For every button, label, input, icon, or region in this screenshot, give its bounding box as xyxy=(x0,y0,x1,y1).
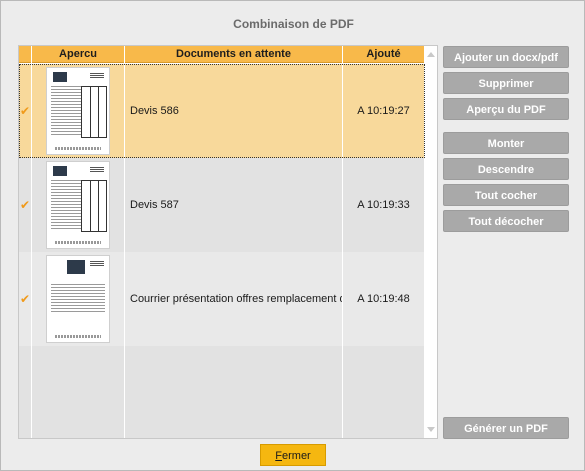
generate-pdf-button[interactable]: Générer un PDF xyxy=(443,417,569,439)
document-name: Devis 586 xyxy=(125,64,343,158)
empty-row xyxy=(19,346,425,438)
uncheck-all-button[interactable]: Tout décocher xyxy=(443,210,569,232)
empty-cell xyxy=(343,346,425,438)
table-header: Apercu Documents en attente Ajouté xyxy=(19,46,425,63)
close-button-label: ermer xyxy=(282,450,311,462)
column-header-documents[interactable]: Documents en attente xyxy=(125,46,343,63)
document-name: Courrier présentation offres remplacemen… xyxy=(125,252,343,346)
preview-cell xyxy=(32,158,125,252)
checkmark-icon[interactable]: ✔ xyxy=(19,158,32,252)
vertical-scrollbar[interactable] xyxy=(425,46,437,438)
document-thumbnail xyxy=(46,255,110,343)
move-up-button[interactable]: Monter xyxy=(443,132,569,154)
scroll-up-icon[interactable] xyxy=(427,52,435,57)
column-header-preview[interactable]: Apercu xyxy=(32,46,125,63)
dialog-title: Combinaison de PDF xyxy=(233,17,354,31)
document-name: Devis 587 xyxy=(125,158,343,252)
added-time: A 10:19:48 xyxy=(343,252,425,346)
checkmark-icon[interactable]: ✔ xyxy=(19,252,32,346)
pdf-merge-dialog: Combinaison de PDF Apercu Documents en a… xyxy=(0,0,585,471)
close-button[interactable]: Fermer xyxy=(260,444,326,466)
preview-cell xyxy=(32,252,125,346)
checkmark-icon[interactable]: ✔ xyxy=(19,64,32,158)
empty-cell xyxy=(32,346,125,438)
added-time: A 10:19:33 xyxy=(343,158,425,252)
preview-pdf-button[interactable]: Aperçu du PDF xyxy=(443,98,569,120)
move-down-button[interactable]: Descendre xyxy=(443,158,569,180)
preview-cell xyxy=(32,64,125,158)
column-header-added[interactable]: Ajouté xyxy=(343,46,425,63)
documents-table: Apercu Documents en attente Ajouté ✔ Dev… xyxy=(18,45,438,439)
table-row[interactable]: ✔ Devis 586 A 10:19:27 xyxy=(19,64,425,158)
added-time: A 10:19:27 xyxy=(343,64,425,158)
scroll-down-icon[interactable] xyxy=(427,427,435,432)
empty-cell xyxy=(19,346,32,438)
close-button-accelerator: F xyxy=(275,450,282,462)
document-thumbnail xyxy=(46,161,110,249)
table-row[interactable]: ✔ Courrier présentation offres remplacem… xyxy=(19,252,425,346)
column-header-check[interactable] xyxy=(19,46,32,63)
add-document-button[interactable]: Ajouter un docx/pdf xyxy=(443,46,569,68)
empty-cell xyxy=(125,346,343,438)
delete-button[interactable]: Supprimer xyxy=(443,72,569,94)
table-row[interactable]: ✔ Devis 587 A 10:19:33 xyxy=(19,158,425,252)
check-all-button[interactable]: Tout cocher xyxy=(443,184,569,206)
document-thumbnail xyxy=(46,67,110,155)
